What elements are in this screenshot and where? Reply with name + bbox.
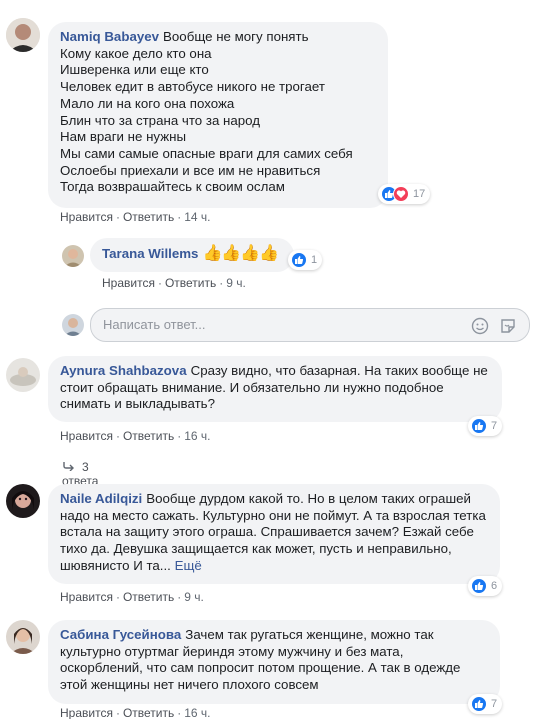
sticker-icon[interactable] [499, 317, 517, 335]
emoji-text: 👍👍👍👍 [202, 245, 279, 262]
comment-actions: Нравится · Ответить · 9 ч. [102, 276, 246, 290]
like-icon [291, 252, 307, 268]
reply-link[interactable]: Ответить [123, 706, 174, 719]
timestamp[interactable]: 9 ч. [184, 590, 204, 604]
like-link[interactable]: Нравится [60, 590, 113, 604]
avatar[interactable] [6, 358, 40, 392]
comment-text-line: Ослоебы приехали и все им не нравиться [60, 162, 321, 178]
comment-text-line: Тогда возврашайтесь к своим ослам [60, 179, 285, 195]
comment-text-line: Блин что за страна что за народ [60, 112, 261, 128]
reactions-badge[interactable]: 6 [468, 576, 503, 596]
avatar[interactable] [6, 484, 40, 518]
comment-text-line: Ишверенка или еще кто [60, 62, 209, 78]
reactions-badge[interactable]: 7 [468, 416, 503, 436]
comment-author[interactable]: Tarana Willems [102, 246, 198, 261]
like-icon [471, 696, 487, 712]
comment-actions: Нравится · Ответить · 9 ч. [60, 590, 204, 604]
comment-bubble: Aynura Shahbazova Сразу видно, что базарн… [48, 356, 502, 422]
reactions-badge[interactable]: 7 [468, 694, 503, 714]
comment-bubble: Naile Adilqizi Вообще дурдом какой то. Но… [48, 484, 500, 584]
like-link[interactable]: Нравится [60, 706, 113, 719]
reaction-count: 1 [311, 254, 318, 266]
comment-actions: Нравится · Ответить · 14 ч. [60, 210, 211, 224]
like-link[interactable]: Нравится [102, 276, 155, 290]
reply-input-box[interactable] [90, 308, 530, 342]
comment-text-line: Вообще не могу понять [163, 29, 309, 44]
comment-bubble: Namiq Babayev Вообще не могу понять Кому … [48, 22, 388, 208]
comment-text-line: Мы сами самые опасные враги для самих се… [60, 145, 353, 161]
comment-author[interactable]: Aynura Shahbazova [60, 363, 187, 378]
see-more-link[interactable]: Ещё [175, 558, 202, 573]
timestamp[interactable]: 16 ч. [184, 429, 210, 443]
reactions-badge[interactable]: 17 [378, 184, 431, 204]
reply-link[interactable]: Ответить [123, 429, 174, 443]
reactions-badge[interactable]: 1 [288, 250, 323, 270]
avatar[interactable] [6, 18, 40, 52]
reply-arrow-icon [62, 460, 74, 474]
reaction-count: 6 [491, 580, 498, 592]
love-icon [393, 186, 409, 202]
timestamp[interactable]: 9 ч. [226, 276, 246, 290]
reaction-count: 7 [491, 420, 498, 432]
avatar[interactable] [6, 620, 40, 654]
avatar [62, 314, 84, 336]
comment-bubble: Сабина Гусейнова Зачем так ругаться женщи… [48, 620, 500, 704]
comment-author[interactable]: Naile Adilqizi [60, 491, 142, 506]
reply-input[interactable] [103, 317, 403, 332]
reaction-count: 7 [491, 698, 498, 710]
avatar[interactable] [62, 245, 84, 267]
comment-text-line: Человек едит в автобусе никого не трогае… [60, 79, 325, 95]
comment-text-line: Мало ли на кого она похожа [60, 95, 235, 111]
timestamp[interactable]: 16 ч. [184, 706, 210, 719]
comment-actions: Нравится · Ответить · 16 ч. [60, 706, 211, 719]
like-icon [471, 578, 487, 594]
like-link[interactable]: Нравится [60, 210, 113, 224]
like-icon [471, 418, 487, 434]
reply-link[interactable]: Ответить [123, 210, 174, 224]
comment-author[interactable]: Namiq Babayev [60, 29, 159, 44]
comment-actions: Нравится · Ответить · 16 ч. [60, 429, 211, 443]
comment-author[interactable]: Сабина Гусейнова [60, 627, 181, 642]
timestamp[interactable]: 14 ч. [184, 210, 210, 224]
comment-bubble: Tarana Willems 👍👍👍👍 [90, 238, 294, 272]
reply-link[interactable]: Ответить [123, 590, 174, 604]
like-link[interactable]: Нравится [60, 429, 113, 443]
reaction-count: 17 [413, 188, 426, 200]
comment-text-line: Нам враги не нужны [60, 129, 187, 145]
emoji-icon[interactable] [471, 317, 489, 335]
comment-text-line: Кому какое дело кто она [60, 45, 212, 61]
reply-link[interactable]: Ответить [165, 276, 216, 290]
